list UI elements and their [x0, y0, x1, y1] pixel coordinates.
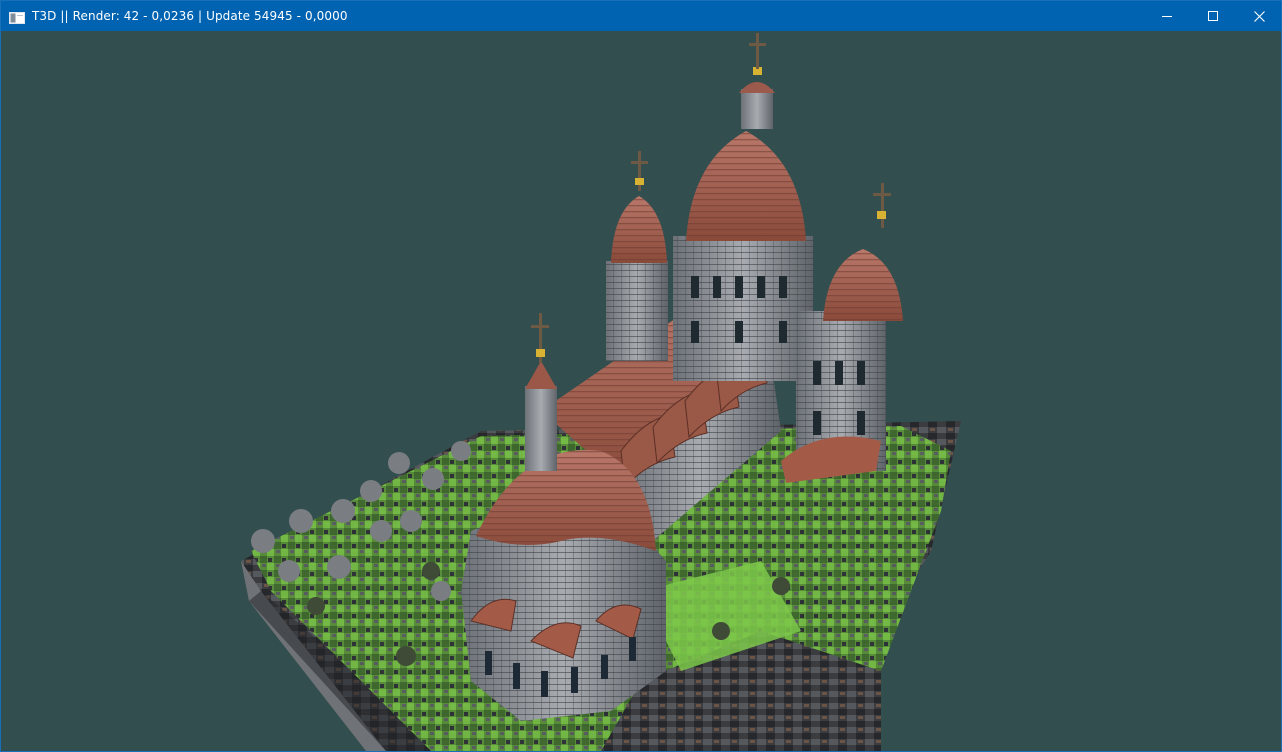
minimize-button[interactable]	[1144, 1, 1190, 31]
front-tower	[525, 386, 557, 471]
right-tower-cross-bar	[873, 193, 891, 196]
minimize-icon	[1162, 11, 1172, 21]
central-lantern-cap	[739, 82, 775, 93]
central-dome-ribs	[686, 131, 806, 241]
left-tower-dome-ribs	[611, 196, 667, 263]
app-window: T3D || Render: 42 - 0,0236 | Update 5494…	[0, 0, 1282, 752]
front-tower-spire	[525, 361, 557, 389]
cathedral-scene	[241, 33, 961, 751]
central-lantern	[741, 89, 773, 129]
left-tower-bricks	[606, 261, 668, 361]
close-icon	[1253, 10, 1265, 22]
central-cross-post	[756, 33, 759, 69]
right-tower-cross-post	[881, 183, 884, 228]
central-drum-bricks	[673, 236, 813, 381]
left-tower-gold	[635, 178, 644, 185]
maximize-icon	[1208, 11, 1218, 21]
front-tower-cross-bar	[531, 325, 549, 328]
central-cross-bar	[749, 43, 766, 46]
right-tower-dome-ribs	[823, 249, 903, 321]
render-viewport[interactable]	[1, 31, 1281, 751]
front-tower-gold	[536, 349, 545, 357]
right-tower-gold	[877, 211, 886, 219]
app-window-icon[interactable]	[9, 9, 25, 24]
left-tower-cross-bar	[631, 161, 648, 164]
maximize-button[interactable]	[1190, 1, 1236, 31]
title-bar[interactable]: T3D || Render: 42 - 0,0236 | Update 5494…	[1, 1, 1281, 31]
window-title: T3D || Render: 42 - 0,0236 | Update 5494…	[32, 9, 348, 23]
close-button[interactable]	[1236, 1, 1282, 31]
